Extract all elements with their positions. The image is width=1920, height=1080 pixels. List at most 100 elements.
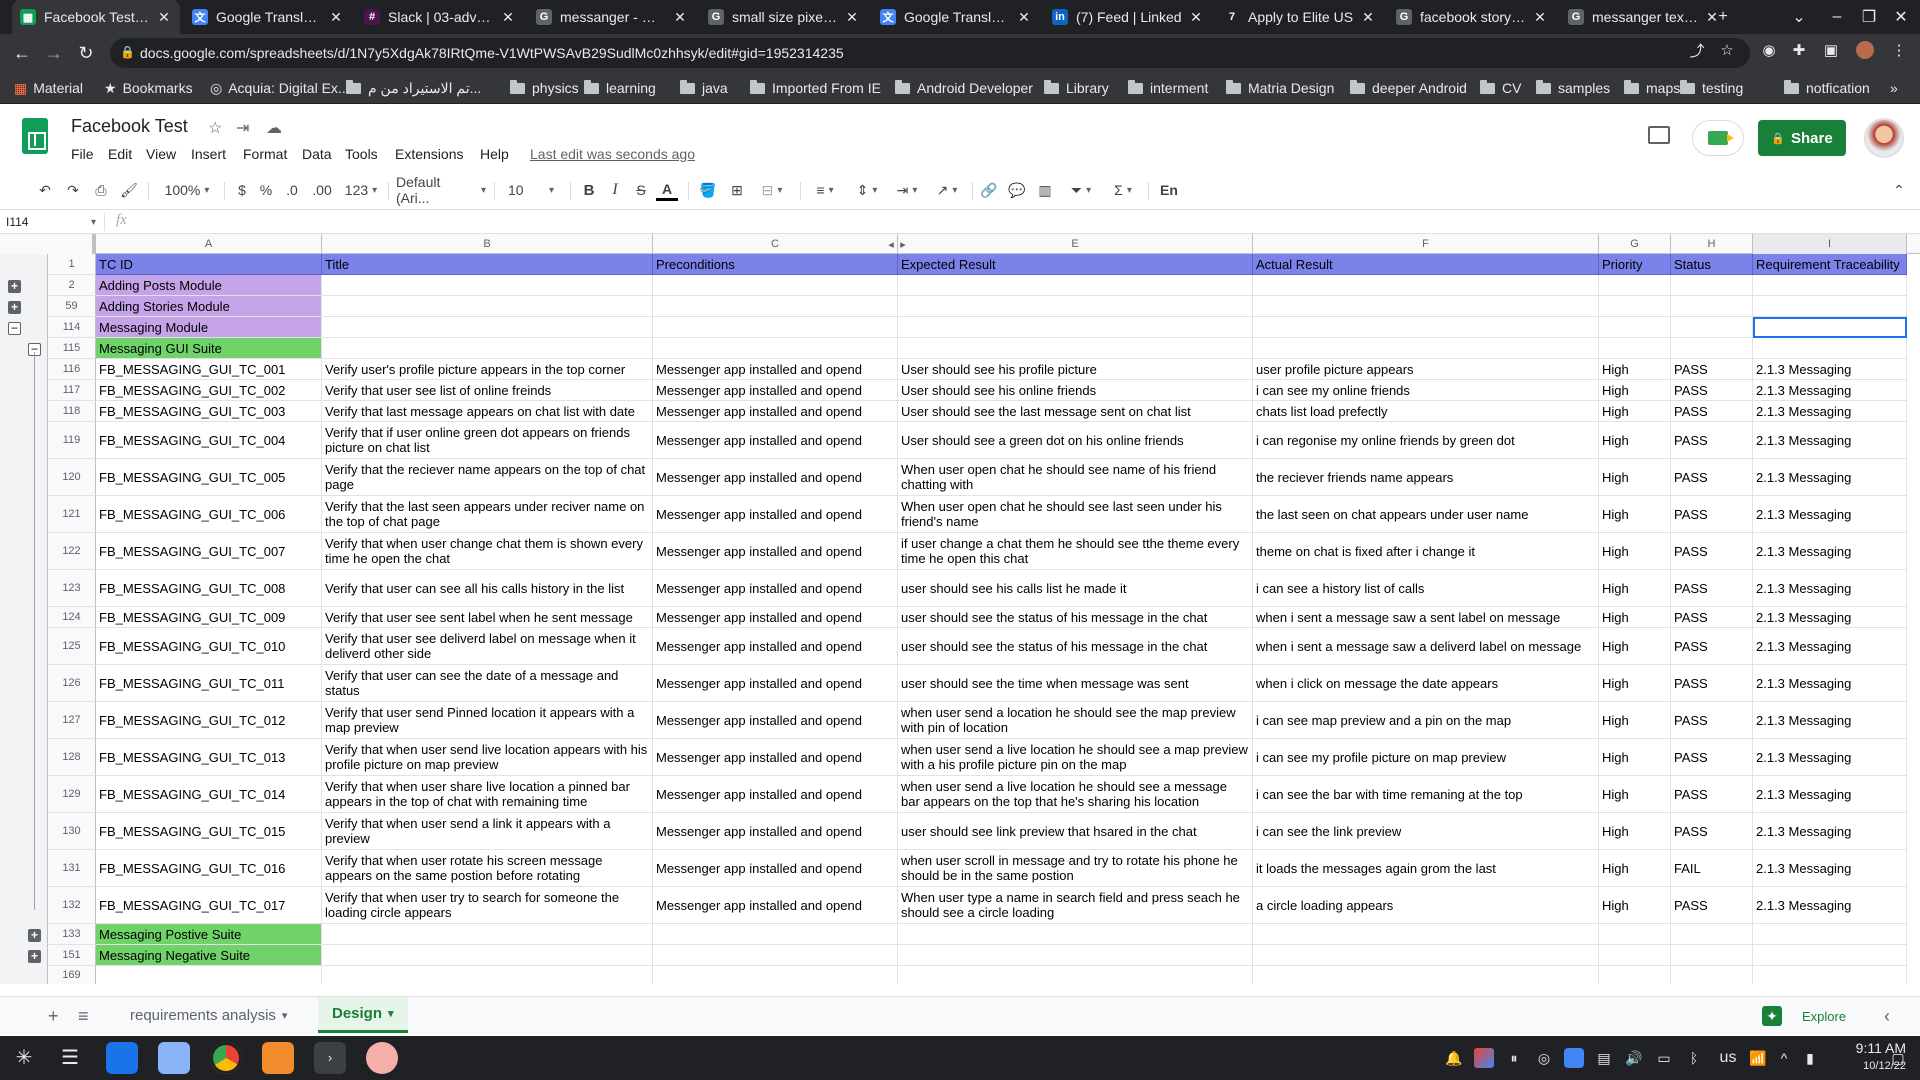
table-cell-pre[interactable]: Messenger app installed and opend [653,665,898,702]
add-sheet-icon[interactable]: + [48,1006,59,1027]
zoom-select[interactable]: 100% [160,179,214,201]
cell[interactable] [1753,945,1907,966]
table-cell-trace[interactable]: 2.1.3 Messaging [1753,813,1907,850]
table-cell-trace[interactable]: 2.1.3 Messaging [1753,380,1907,401]
row-header[interactable]: 151 [48,945,96,966]
office-icon[interactable] [262,1042,294,1074]
extension-icon[interactable]: ◉ [1760,41,1778,59]
close-tab-icon[interactable]: ✕ [1188,9,1204,26]
table-cell-actual[interactable]: i can see the bar with time remaning at … [1253,776,1599,813]
row-header[interactable]: 2 [48,275,96,296]
table-cell-expected[interactable]: User should see the last message sent on… [898,401,1253,422]
table-cell-pre[interactable]: Messenger app installed and opend [653,702,898,739]
table-cell-priority[interactable]: High [1599,422,1671,459]
percent-format-button[interactable]: % [256,179,276,201]
table-cell-actual[interactable]: the reciever friends name appears [1253,459,1599,496]
table-cell-priority[interactable]: High [1599,887,1671,924]
cell[interactable] [1671,317,1753,338]
table-cell-id[interactable]: FB_MESSAGING_GUI_TC_014 [96,776,322,813]
row-header[interactable]: 121 [48,496,96,533]
table-cell-status[interactable]: PASS [1671,607,1753,628]
bookmark-item[interactable]: java [680,72,728,104]
table-cell-status[interactable]: PASS [1671,887,1753,924]
chevron-down-icon[interactable]: ▾ [388,1007,394,1020]
chevron-down-icon[interactable]: ▾ [282,1009,288,1022]
menu-data[interactable]: Data [302,146,332,162]
table-cell-title[interactable]: Verify that when user change chat them i… [322,533,653,570]
cell[interactable] [322,966,653,984]
functions-icon[interactable]: Σ [1106,179,1140,201]
browser-tab[interactable]: in (7) Feed | Linked ✕ [1044,0,1212,34]
menu-help[interactable]: Help [480,146,509,162]
table-cell-id[interactable]: FB_MESSAGING_GUI_TC_005 [96,459,322,496]
cell[interactable] [898,296,1253,317]
browser-tab[interactable]: # Slack | 03-advanc ✕ [356,0,524,34]
launcher-icon[interactable]: ✳ [8,1042,40,1074]
table-cell-status[interactable]: PASS [1671,739,1753,776]
table-cell-expected[interactable]: user should see his calls list he made i… [898,570,1253,607]
forward-icon[interactable]: → [40,39,68,67]
bookmark-item[interactable]: notfication [1784,72,1870,104]
table-cell-pre[interactable]: Messenger app installed and opend [653,422,898,459]
table-cell-expected[interactable]: When user open chat he should see name o… [898,459,1253,496]
cell[interactable] [653,945,898,966]
cell[interactable] [322,317,653,338]
table-cell-pre[interactable]: Messenger app installed and opend [653,850,898,887]
cell[interactable] [1253,296,1599,317]
table-cell-id[interactable]: FB_MESSAGING_GUI_TC_013 [96,739,322,776]
table-cell-priority[interactable]: High [1599,570,1671,607]
chrome-menu-icon[interactable]: ⋮ [1890,41,1908,59]
table-cell-expected[interactable]: user should see the status of his messag… [898,628,1253,665]
row-header[interactable]: 59 [48,296,96,317]
bookmark-item[interactable]: maps [1624,72,1680,104]
cell[interactable] [1599,966,1671,984]
table-cell-id[interactable]: FB_MESSAGING_GUI_TC_017 [96,887,322,924]
cell[interactable] [898,924,1253,945]
table-cell-pre[interactable]: Messenger app installed and opend [653,739,898,776]
back-icon[interactable]: ← [8,39,36,67]
table-cell-id[interactable]: FB_MESSAGING_GUI_TC_002 [96,380,322,401]
cell[interactable] [96,966,322,984]
bookmark-item[interactable]: samples [1536,72,1610,104]
table-cell-title[interactable]: Verify that when user send a link it app… [322,813,653,850]
table-cell-pre[interactable]: Messenger app installed and opend [653,359,898,380]
cell[interactable] [322,924,653,945]
explore-button[interactable]: ✦ Explore [1762,1001,1868,1031]
table-cell-priority[interactable]: High [1599,850,1671,887]
table-cell-expected[interactable]: user should see the status of his messag… [898,607,1253,628]
column-header-i[interactable]: I [1753,234,1907,254]
decrease-decimal-button[interactable]: .0 [280,179,304,201]
table-cell-actual[interactable]: i can see the link preview [1253,813,1599,850]
cell[interactable] [653,296,898,317]
close-tab-icon[interactable]: ✕ [328,9,344,26]
header-cell[interactable]: Preconditions [653,254,898,275]
close-window-icon[interactable]: ✕ [1884,0,1918,34]
header-cell[interactable]: Expected Result [898,254,1253,275]
selected-cell[interactable] [1753,317,1907,338]
cell[interactable] [653,275,898,296]
table-cell-pre[interactable]: Messenger app installed and opend [653,607,898,628]
table-cell-expected[interactable]: when user send a location he should see … [898,702,1253,739]
header-cell[interactable]: Priority [1599,254,1671,275]
table-cell-expected[interactable]: when user scroll in message and try to r… [898,850,1253,887]
cell[interactable] [653,924,898,945]
header-cell[interactable]: TC ID [96,254,322,275]
table-cell-priority[interactable]: High [1599,813,1671,850]
meet-tray-icon[interactable] [1564,1048,1584,1068]
table-cell-priority[interactable]: High [1599,607,1671,628]
table-cell-trace[interactable]: 2.1.3 Messaging [1753,496,1907,533]
table-cell-expected[interactable]: user should see the time when message wa… [898,665,1253,702]
table-cell-trace[interactable]: 2.1.3 Messaging [1753,422,1907,459]
table-cell-actual[interactable]: user profile picture appears [1253,359,1599,380]
table-cell-status[interactable]: PASS [1671,702,1753,739]
bookmark-item[interactable]: Android Developer [895,72,1033,104]
menu-view[interactable]: View [146,146,176,162]
tab-search-icon[interactable]: ⌄ [1782,0,1816,34]
header-cell[interactable]: Requirement Traceability [1753,254,1907,275]
table-cell-pre[interactable]: Messenger app installed and opend [653,887,898,924]
tray-expand-icon[interactable]: ^ [1774,1048,1794,1068]
header-cell[interactable]: Title [322,254,653,275]
table-cell-actual[interactable]: when i sent a message saw a deliverd lab… [1253,628,1599,665]
table-cell-status[interactable]: PASS [1671,380,1753,401]
row-header[interactable]: 1 [48,254,96,275]
